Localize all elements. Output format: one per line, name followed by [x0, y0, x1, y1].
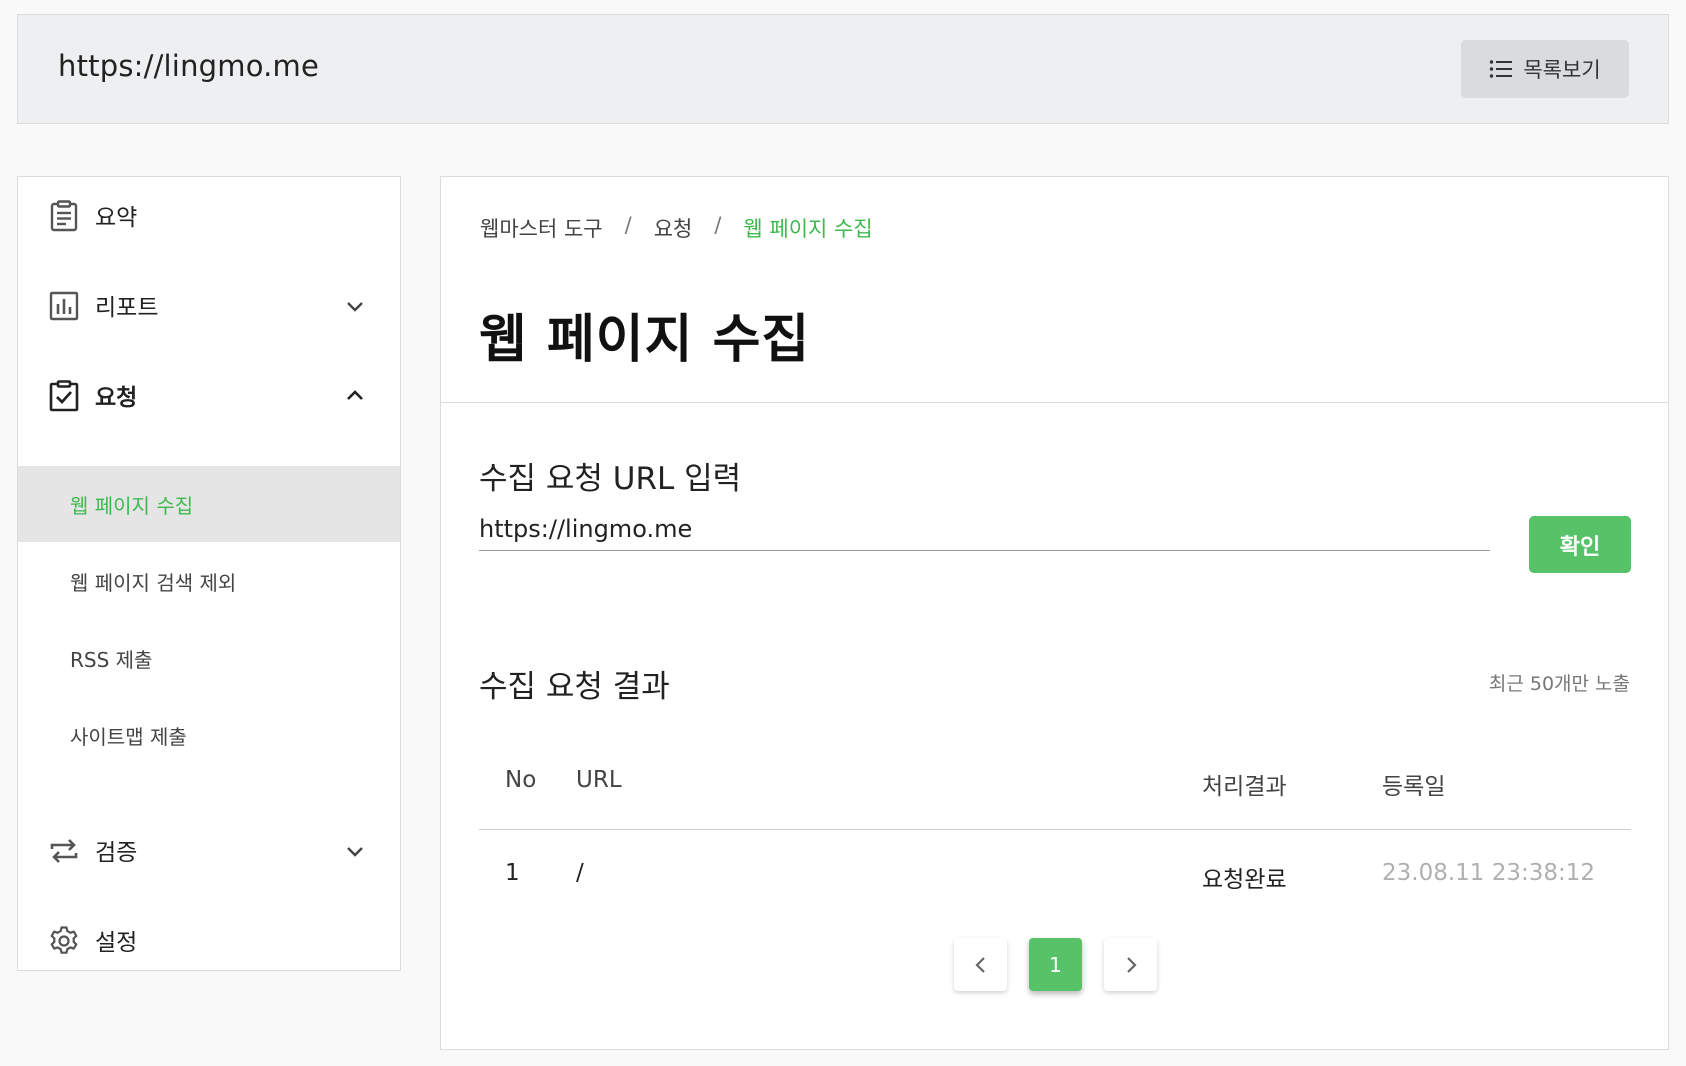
breadcrumb-current: 웹 페이지 수집: [743, 217, 873, 241]
sidebar-item-report[interactable]: 리포트: [18, 270, 400, 340]
sidebar-item-request[interactable]: 요청: [18, 360, 400, 430]
chevron-up-icon[interactable]: [344, 385, 366, 407]
sidebar-subitem-sitemap[interactable]: 사이트맵 제출: [18, 697, 400, 773]
header-no: No: [505, 767, 537, 793]
sidebar-subitem-label: 사이트맵 제출: [70, 724, 187, 749]
sidebar-subitem-web-page-collect[interactable]: 웹 페이지 수집: [18, 466, 400, 542]
gear-icon: [50, 926, 78, 954]
result-section-title: 수집 요청 결과: [479, 669, 670, 705]
header-result: 처리결과: [1202, 774, 1287, 800]
header-url: URL: [576, 767, 622, 793]
top-bar: https://lingmo.me 목록보기: [17, 14, 1669, 124]
recent-note: 최근 50개만 노출: [1488, 673, 1630, 695]
chevron-down-icon[interactable]: [344, 295, 366, 317]
site-url: https://lingmo.me: [58, 49, 320, 83]
breadcrumb-item[interactable]: 요청: [654, 213, 693, 243]
result-table: No URL 처리결과 등록일 1 / 요청완료 23.08.11 23:38:…: [479, 734, 1631, 916]
sidebar-item-summary[interactable]: 요약: [18, 180, 400, 250]
list-view-label: 목록보기: [1523, 58, 1601, 82]
url-section-title: 수집 요청 URL 입력: [479, 461, 742, 497]
cell-no: 1: [505, 860, 520, 886]
breadcrumb-item[interactable]: 웹마스터 도구: [480, 213, 603, 243]
page-title: 웹 페이지 수집: [479, 310, 811, 370]
list-view-button[interactable]: 목록보기: [1461, 40, 1629, 98]
pagination: 1: [954, 938, 1157, 991]
sidebar-subitem-label: RSS 제출: [70, 647, 153, 672]
url-input[interactable]: [479, 507, 1490, 551]
sidebar-item-verify[interactable]: 검증: [18, 815, 400, 885]
next-page-button[interactable]: [1104, 938, 1157, 991]
sidebar-subitem-label: 웹 페이지 수집: [70, 493, 194, 518]
sidebar-item-label: 검증: [95, 840, 138, 866]
chevron-down-icon[interactable]: [344, 840, 366, 862]
sidebar-subitem-web-page-exclude[interactable]: 웹 페이지 검색 제외: [18, 543, 400, 619]
breadcrumb-separator: /: [714, 213, 722, 237]
cell-result: 요청완료: [1202, 867, 1287, 893]
sidebar-item-label: 요청: [95, 385, 138, 411]
main-panel: 웹마스터 도구 / 요청 / 웹 페이지 수집 웹 페이지 수집 수집 요청 U…: [440, 176, 1669, 1050]
table-row: 1 / 요청완료 23.08.11 23:38:12: [479, 830, 1631, 916]
sidebar-item-settings[interactable]: 설정: [18, 905, 400, 975]
chevron-right-icon: [1126, 956, 1137, 973]
table-header: No URL 처리결과 등록일: [479, 734, 1631, 830]
sidebar-item-label: 설정: [95, 930, 138, 956]
cell-url: /: [576, 860, 584, 886]
sidebar-subitem-rss[interactable]: RSS 제출: [18, 620, 400, 696]
breadcrumb-separator: /: [624, 213, 632, 237]
divider: [441, 402, 1668, 403]
clipboard-check-icon: [49, 380, 79, 412]
breadcrumb: 웹마스터 도구 / 요청 / 웹 페이지 수집: [480, 213, 873, 243]
chevron-left-icon: [974, 956, 985, 973]
page-button[interactable]: 1: [1029, 938, 1082, 991]
header-date: 등록일: [1382, 774, 1446, 800]
clipboard-list-icon: [50, 200, 78, 232]
sidebar-item-label: 리포트: [95, 295, 159, 321]
bar-chart-icon: [49, 291, 79, 321]
sidebar-item-label: 요약: [95, 205, 138, 231]
cell-date: 23.08.11 23:38:12: [1382, 860, 1596, 886]
sidebar-subitem-label: 웹 페이지 검색 제외: [70, 570, 237, 595]
list-icon: [1490, 60, 1513, 78]
prev-page-button[interactable]: [954, 938, 1007, 991]
confirm-button[interactable]: 확인: [1529, 516, 1631, 573]
repeat-icon: [50, 839, 78, 863]
sidebar: 요약 리포트 요청 웹 페이지 수집 웹 페이지 검색 제외 RSS 제출 사이…: [17, 176, 401, 971]
